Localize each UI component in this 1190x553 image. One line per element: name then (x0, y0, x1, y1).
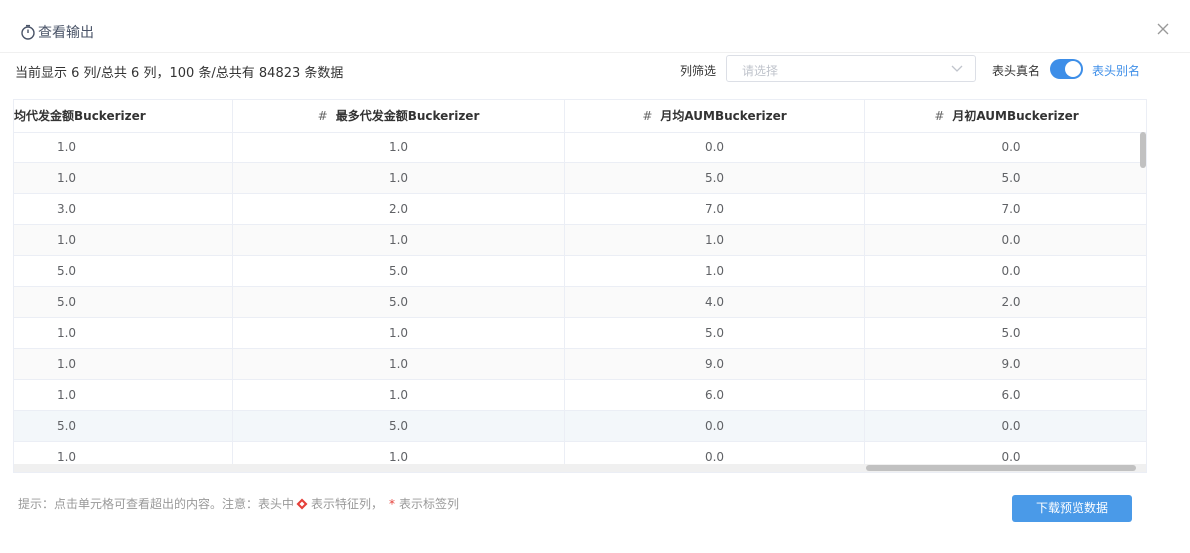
vertical-scrollbar[interactable] (1140, 132, 1146, 472)
table-cell[interactable]: 1.0 (14, 132, 119, 162)
table-cell-spacer (119, 318, 233, 348)
table-cell[interactable]: 5.0 (865, 318, 1146, 348)
table-cell[interactable]: 1.0 (565, 225, 865, 255)
column-filter-label: 列筛选 (680, 64, 717, 78)
timer-icon (21, 24, 35, 40)
table-cell[interactable]: 5.0 (14, 256, 119, 286)
output-table: 均代发金额Buckerizer # 最多代发金额Buckerizer # 月均AUM… (13, 99, 1147, 473)
toggle-knob (1065, 61, 1081, 77)
table-cell[interactable]: 3.0 (14, 194, 119, 224)
table-cell[interactable]: 4.0 (565, 287, 865, 317)
table-cell[interactable]: 0.0 (565, 411, 865, 441)
header-name-toggle[interactable] (1050, 59, 1083, 79)
table-cell[interactable]: 0.0 (865, 225, 1146, 255)
label-column-star: * (389, 496, 396, 511)
table-cell[interactable]: 0.0 (565, 132, 865, 162)
table-row: 3.0 2.0 7.0 7.0 (14, 194, 1146, 225)
table-cell-spacer (119, 287, 233, 317)
table-cell[interactable]: 1.0 (233, 163, 565, 193)
table-row: 1.0 1.0 5.0 5.0 (14, 163, 1146, 194)
close-icon[interactable] (1156, 22, 1170, 36)
table-cell[interactable]: 0.0 (865, 411, 1146, 441)
table-row: 5.0 5.0 0.0 0.0 (14, 411, 1146, 442)
table-row: 1.0 1.0 5.0 5.0 (14, 318, 1146, 349)
table-cell[interactable]: 7.0 (865, 194, 1146, 224)
horizontal-scroll-thumb[interactable] (866, 465, 1136, 471)
table-cell[interactable]: 7.0 (565, 194, 865, 224)
table-cell-spacer (119, 256, 233, 286)
hint-prefix: 提示：点击单元格可查看超出的内容。注意：表头中 (18, 497, 295, 511)
table-cell[interactable]: 5.0 (565, 318, 865, 348)
table-cell[interactable]: 5.0 (233, 411, 565, 441)
table-cell[interactable]: 1.0 (14, 163, 119, 193)
column-header-3[interactable]: # 月均AUMBuckerizer (565, 100, 865, 132)
table-cell[interactable]: 5.0 (14, 411, 119, 441)
table-cell[interactable]: 6.0 (865, 380, 1146, 410)
table-cell[interactable]: 1.0 (565, 256, 865, 286)
column-header-1[interactable]: 均代发金额Buckerizer (14, 100, 233, 132)
table-cell-spacer (119, 194, 233, 224)
vertical-scroll-thumb[interactable] (1140, 132, 1146, 168)
table-cell[interactable]: 0.0 (865, 256, 1146, 286)
chevron-down-icon (951, 65, 963, 72)
table-row: 1.0 1.0 1.0 0.0 (14, 225, 1146, 256)
table-cell[interactable]: 1.0 (233, 132, 565, 162)
column-filter-select[interactable]: 请选择 (726, 55, 976, 82)
hint-label: 表示标签列 (399, 497, 460, 511)
horizontal-scrollbar[interactable] (14, 464, 1146, 472)
table-row: 1.0 1.0 9.0 9.0 (14, 349, 1146, 380)
table-row: 1.0 1.0 0.0 0.0 (14, 132, 1146, 163)
table-cell[interactable]: 1.0 (14, 380, 119, 410)
table-cell-spacer (119, 225, 233, 255)
dialog-title-text: 查看输出 (38, 25, 94, 41)
table-cell[interactable]: 1.0 (14, 318, 119, 348)
table-cell-spacer (119, 163, 233, 193)
table-header: 均代发金额Buckerizer # 最多代发金额Buckerizer # 月均AUM… (14, 100, 1146, 133)
data-summary: 当前显示 6 列/总共 6 列，100 条/总共有 84823 条数据 (15, 66, 344, 81)
table-cell[interactable]: 5.0 (865, 163, 1146, 193)
table-cell[interactable]: 1.0 (14, 225, 119, 255)
header-real-name-label: 表头真名 (992, 64, 1041, 78)
table-cell[interactable]: 2.0 (865, 287, 1146, 317)
table-cell[interactable]: 1.0 (233, 318, 565, 348)
table-cell[interactable]: 5.0 (14, 287, 119, 317)
download-preview-button[interactable]: 下载预览数据 (1012, 495, 1132, 522)
table-cell-spacer (119, 380, 233, 410)
header-alias-label: 表头别名 (1092, 64, 1141, 78)
hint-feature: 表示特征列， (311, 497, 384, 511)
table-cell[interactable]: 2.0 (233, 194, 565, 224)
column-filter-placeholder: 请选择 (742, 64, 779, 78)
table-row: 5.0 5.0 4.0 2.0 (14, 287, 1146, 318)
table-cell[interactable]: 9.0 (865, 349, 1146, 379)
table-row: 5.0 5.0 1.0 0.0 (14, 256, 1146, 287)
feature-column-icon (296, 498, 308, 509)
table-cell[interactable]: 6.0 (565, 380, 865, 410)
table-cell-spacer (119, 132, 233, 162)
column-header-2[interactable]: # 最多代发金额Buckerizer (233, 100, 565, 132)
table-cell[interactable]: 1.0 (233, 225, 565, 255)
table-cell[interactable]: 5.0 (233, 287, 565, 317)
table-cell[interactable]: 5.0 (233, 256, 565, 286)
table-cell[interactable]: 5.0 (565, 163, 865, 193)
table-cell[interactable]: 1.0 (14, 349, 119, 379)
table-cell-spacer (119, 349, 233, 379)
table-cell[interactable]: 1.0 (233, 380, 565, 410)
footer-hint: 提示：点击单元格可查看超出的内容。注意：表头中 表示特征列， * 表示标签列 (18, 495, 459, 512)
table-cell[interactable]: 1.0 (233, 349, 565, 379)
column-header-4[interactable]: # 月初AUMBuckerizer (865, 100, 1146, 132)
table-cell[interactable]: 9.0 (565, 349, 865, 379)
table-cell[interactable]: 0.0 (865, 132, 1146, 162)
table-cell-spacer (119, 411, 233, 441)
table-row: 1.0 1.0 6.0 6.0 (14, 380, 1146, 411)
dialog-header: 查看输出 (0, 0, 1190, 53)
dialog-title: 查看输出 (20, 22, 94, 42)
